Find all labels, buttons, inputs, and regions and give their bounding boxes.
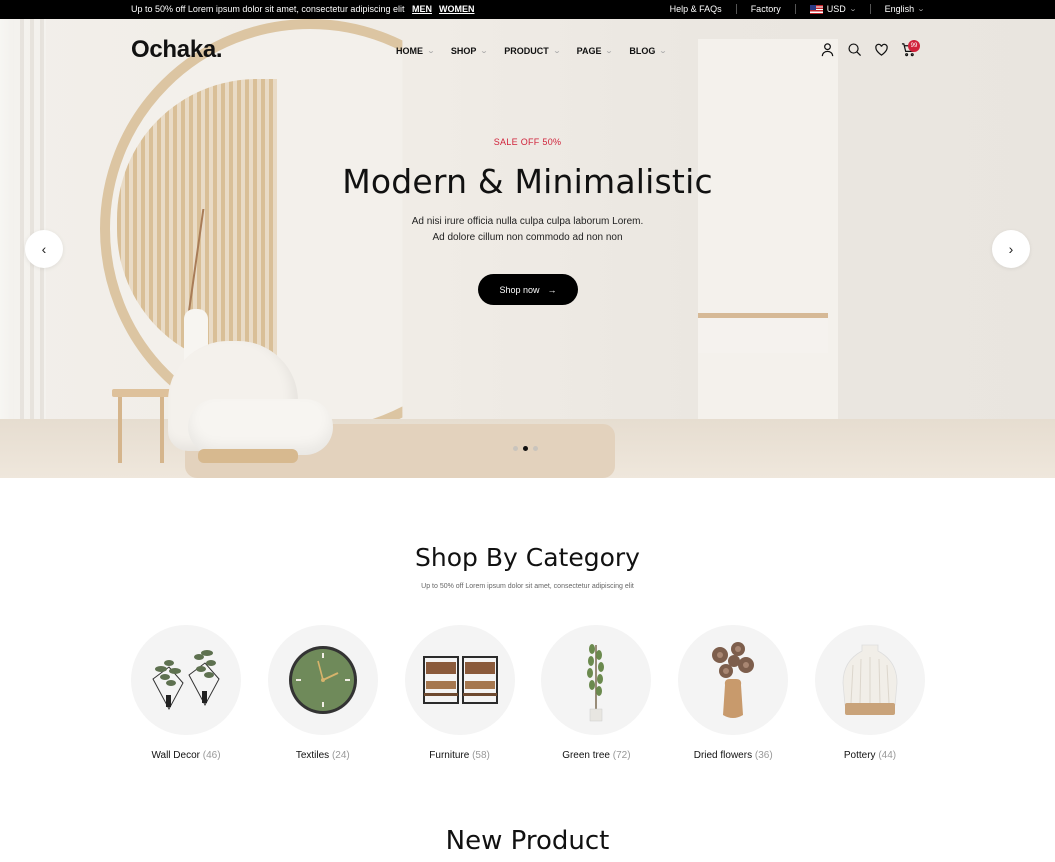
sale-label: SALE OFF 50% bbox=[493, 137, 562, 147]
chevron-left-icon: ‹ bbox=[41, 241, 47, 257]
category-label: Green tree (72) bbox=[541, 750, 651, 761]
nav-label: HOME bbox=[396, 46, 423, 56]
slider-dot[interactable] bbox=[513, 446, 518, 451]
chevron-down-icon: ⌄ bbox=[605, 48, 614, 55]
slider-next-button[interactable]: › bbox=[992, 230, 1030, 268]
category-count: (36) bbox=[754, 750, 773, 761]
hero-desc-line: Ad nisi irure officia nulla culpa culpa … bbox=[411, 216, 644, 227]
category-label: Wall Decor (46) bbox=[131, 750, 241, 761]
category-list: Wall Decor (46) Textiles (24) Furniture … bbox=[131, 625, 925, 761]
chevron-down-icon: ⌄ bbox=[480, 48, 489, 55]
nav-product[interactable]: PRODUCT ⌄ bbox=[504, 46, 561, 56]
cart-count-badge: 99 bbox=[908, 40, 920, 52]
category-image bbox=[404, 625, 515, 735]
main-nav: HOME ⌄ SHOP ⌄ PRODUCT ⌄ PAGE ⌄ BLOG ⌄ bbox=[396, 46, 668, 56]
category-item-textiles[interactable]: Textiles (24) bbox=[267, 625, 378, 761]
category-image bbox=[678, 625, 789, 735]
slider-dot-active[interactable] bbox=[523, 446, 528, 451]
currency-label: USD bbox=[826, 4, 846, 14]
nav-home[interactable]: HOME ⌄ bbox=[396, 46, 436, 56]
category-image bbox=[541, 625, 652, 735]
hero-title: Modern & Minimalistic bbox=[342, 162, 713, 201]
top-announcement-bar: Up to 50% off Lorem ipsum dolor sit amet… bbox=[0, 0, 1055, 19]
category-item-dried-flowers[interactable]: Dried flowers (36) bbox=[678, 625, 789, 761]
nav-label: BLOG bbox=[629, 46, 656, 56]
gender-links: MEN WOMEN bbox=[412, 4, 475, 14]
nav-label: SHOP bbox=[450, 46, 477, 56]
category-label: Pottery (44) bbox=[815, 750, 925, 761]
shop-now-button[interactable]: Shop now → bbox=[478, 274, 578, 305]
currency-selector[interactable]: USD ⌄ bbox=[809, 4, 857, 14]
hero-content: SALE OFF 50% Modern & Minimalistic Ad ni… bbox=[0, 19, 1055, 478]
category-section-subtitle: Up to 50% off Lorem ipsum dolor sit amet… bbox=[421, 583, 634, 590]
category-image bbox=[814, 625, 925, 735]
category-count: (44) bbox=[878, 750, 897, 761]
slider-prev-button[interactable]: ‹ bbox=[25, 230, 63, 268]
category-name: Wall Decor bbox=[151, 750, 200, 761]
nav-blog[interactable]: BLOG ⌄ bbox=[629, 46, 668, 56]
site-logo[interactable]: Ochaka. bbox=[131, 36, 223, 64]
wall-decor-image bbox=[152, 650, 220, 711]
shop-now-label: Shop now bbox=[499, 284, 540, 295]
category-count: (72) bbox=[612, 750, 631, 761]
women-link[interactable]: WOMEN bbox=[439, 4, 475, 14]
tree-image bbox=[587, 644, 605, 722]
help-faqs-link[interactable]: Help & FAQs bbox=[670, 4, 722, 14]
category-count: (46) bbox=[202, 750, 221, 761]
new-product-title: New Product bbox=[445, 826, 610, 856]
hero-description: Ad nisi irure officia nulla culpa culpa … bbox=[0, 214, 1055, 246]
category-image bbox=[131, 625, 241, 735]
nav-label: PAGE bbox=[576, 46, 602, 56]
category-item-wall-decor[interactable]: Wall Decor (46) bbox=[131, 625, 241, 761]
heart-icon[interactable] bbox=[874, 42, 889, 57]
divider bbox=[735, 4, 737, 14]
category-label: Dried flowers (36) bbox=[678, 750, 788, 761]
header-icons bbox=[820, 42, 916, 57]
category-label: Furniture (58) bbox=[405, 750, 515, 761]
slider-pagination bbox=[513, 446, 538, 451]
nav-page[interactable]: PAGE ⌄ bbox=[576, 46, 614, 56]
chevron-down-icon: ⌄ bbox=[552, 48, 561, 55]
nightstand-image bbox=[422, 656, 498, 704]
chevron-right-icon: › bbox=[1008, 241, 1014, 257]
category-item-furniture[interactable]: Furniture (58) bbox=[404, 625, 515, 761]
search-icon[interactable] bbox=[847, 42, 862, 57]
dried-flowers-image bbox=[712, 642, 755, 718]
language-label: English bbox=[884, 4, 915, 14]
category-name: Green tree bbox=[562, 750, 610, 761]
category-name: Pottery bbox=[843, 750, 876, 761]
category-count: (58) bbox=[472, 750, 490, 761]
category-image bbox=[267, 625, 378, 735]
category-item-green-tree[interactable]: Green tree (72) bbox=[541, 625, 652, 761]
category-section-title: Shop By Category bbox=[415, 543, 640, 572]
nav-shop[interactable]: SHOP ⌄ bbox=[450, 46, 489, 56]
category-label: Textiles (24) bbox=[268, 750, 378, 761]
hero-banner: SALE OFF 50% Modern & Minimalistic Ad ni… bbox=[0, 19, 1055, 478]
chevron-down-icon: ⌄ bbox=[659, 48, 668, 55]
promo-text: Up to 50% off Lorem ipsum dolor sit amet… bbox=[131, 4, 405, 14]
topbar-utilities: Help & FAQs Factory USD ⌄ English ⌄ bbox=[670, 4, 926, 14]
us-flag-icon bbox=[809, 4, 823, 14]
language-selector[interactable]: English ⌄ bbox=[884, 4, 926, 14]
category-name: Textiles bbox=[295, 750, 330, 761]
arrow-right-icon: → bbox=[547, 284, 557, 295]
men-link[interactable]: MEN bbox=[412, 4, 432, 14]
clock-image bbox=[288, 646, 357, 714]
nav-label: PRODUCT bbox=[504, 46, 549, 56]
pottery-image bbox=[842, 644, 898, 715]
chevron-down-icon: ⌄ bbox=[916, 6, 926, 13]
chevron-down-icon: ⌄ bbox=[426, 48, 436, 55]
user-icon[interactable] bbox=[820, 42, 835, 57]
hero-desc-line: Ad dolore cillum non commodo ad non non bbox=[432, 232, 623, 243]
factory-link[interactable]: Factory bbox=[751, 4, 781, 14]
slider-dot[interactable] bbox=[533, 446, 538, 451]
divider bbox=[869, 4, 871, 14]
category-item-pottery[interactable]: Pottery (44) bbox=[814, 625, 925, 761]
category-name: Furniture bbox=[429, 750, 470, 761]
category-name: Dried flowers bbox=[693, 750, 753, 761]
divider bbox=[794, 4, 796, 14]
category-count: (24) bbox=[331, 750, 350, 761]
chevron-down-icon: ⌄ bbox=[848, 6, 857, 13]
